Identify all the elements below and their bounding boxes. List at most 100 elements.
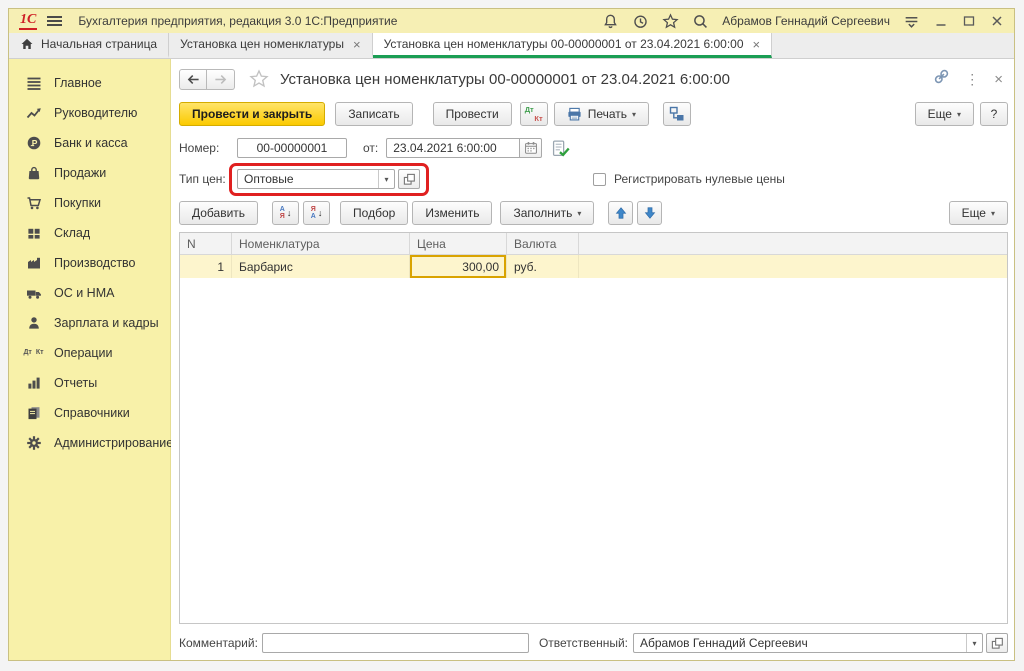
sort-descending-button[interactable]: ЯА ↓ (303, 201, 330, 225)
move-down-button[interactable] (637, 201, 662, 225)
maximize-button[interactable] (961, 14, 976, 29)
responsible-value[interactable]: Абрамов Геннадий Сергеевич (634, 634, 966, 652)
more-button-table[interactable]: Еще▾ (949, 201, 1008, 225)
get-link-icon[interactable] (933, 68, 950, 90)
sidebar-item-warehouse[interactable]: Склад (9, 218, 170, 248)
forward-button[interactable] (207, 69, 235, 90)
factory-icon (25, 255, 42, 272)
column-header-nomenclature[interactable]: Номенклатура (232, 233, 410, 254)
checkbox[interactable] (593, 173, 606, 186)
trend-chart-icon (25, 105, 42, 122)
more-dots-icon[interactable]: ⋮ (965, 72, 979, 86)
print-button[interactable]: Печать▾ (554, 102, 649, 126)
number-row: Номер: 00-00000001 от: 23.04.2021 6:00:0… (179, 137, 1008, 159)
sidebar-item-fixed-assets[interactable]: ОС и НМА (9, 278, 170, 308)
zero-prices-checkbox-group[interactable]: Регистрировать нулевые цены (593, 172, 785, 186)
pick-button[interactable]: Подбор (340, 201, 408, 225)
app-window: 1С Бухгалтерия предприятия, редакция 3.0… (8, 8, 1015, 661)
dtkt-button[interactable]: ДтКт (520, 102, 548, 126)
close-icon[interactable]: × (753, 38, 761, 51)
favorites-star-icon[interactable] (662, 13, 679, 30)
column-header-price[interactable]: Цена (410, 233, 507, 254)
favorite-star-icon[interactable] (249, 69, 269, 89)
sidebar-item-label: Отчеты (54, 376, 97, 390)
sidebar-item-main[interactable]: Главное (9, 68, 170, 98)
back-button[interactable] (179, 69, 207, 90)
search-icon[interactable] (692, 13, 709, 30)
history-icon[interactable] (632, 13, 649, 30)
price-type-value[interactable]: Оптовые (238, 170, 378, 188)
number-field[interactable]: 00-00000001 (237, 138, 347, 158)
sidebar-item-label: Администрирование (54, 436, 173, 450)
sidebar-item-sales[interactable]: Продажи (9, 158, 170, 188)
calendar-icon (524, 141, 538, 155)
current-user[interactable]: Абрамов Геннадий Сергеевич (722, 14, 890, 28)
arrow-up-icon (614, 206, 628, 220)
sidebar-item-label: Банк и касса (54, 136, 128, 150)
sidebar-item-production[interactable]: Производство (9, 248, 170, 278)
person-icon (25, 315, 42, 332)
cell-price-active[interactable]: 300,00 (410, 255, 507, 278)
date-field[interactable]: 23.04.2021 6:00:00 (386, 138, 520, 158)
sidebar-item-administration[interactable]: Администрирование (9, 428, 170, 458)
related-documents-button[interactable] (663, 102, 691, 126)
close-form-icon[interactable]: × (994, 72, 1003, 87)
table-row[interactable]: 1 Барбарис 300,00 руб. (180, 255, 1007, 278)
fill-button[interactable]: Заполнить▾ (500, 201, 594, 225)
open-icon (403, 173, 416, 186)
column-header-n[interactable]: N (180, 233, 232, 254)
form-area: Установка цен номенклатуры 00-00000001 о… (171, 59, 1014, 660)
sidebar-item-directories[interactable]: Справочники (9, 398, 170, 428)
help-button[interactable]: ? (980, 102, 1008, 126)
main-menu-icon[interactable] (47, 16, 62, 26)
edit-button[interactable]: Изменить (412, 201, 492, 225)
close-window-button[interactable] (989, 14, 1004, 29)
chevron-down-icon[interactable]: ▾ (378, 170, 394, 188)
cell-nomenclature[interactable]: Барбарис (232, 255, 410, 278)
close-icon[interactable]: × (353, 38, 361, 51)
number-label: Номер: (179, 141, 237, 155)
app-title: Бухгалтерия предприятия, редакция 3.0 1С… (78, 14, 397, 28)
column-header-currency[interactable]: Валюта (507, 233, 579, 254)
responsible-label: Ответственный: (539, 636, 628, 650)
notifications-bell-icon[interactable] (602, 13, 619, 30)
table-empty-area[interactable] (180, 278, 1007, 623)
responsible-combo[interactable]: Абрамов Геннадий Сергеевич ▾ (633, 633, 983, 653)
sidebar-item-salary-hr[interactable]: Зарплата и кадры (9, 308, 170, 338)
sort-ascending-button[interactable]: АЯ ↓ (272, 201, 299, 225)
comment-field[interactable] (262, 633, 529, 653)
post-button[interactable]: Провести (433, 102, 512, 126)
sort-asc-icon: АЯ (280, 206, 285, 221)
shopping-bag-icon (25, 165, 42, 182)
cell-row-number[interactable]: 1 (180, 255, 232, 278)
chevron-down-icon[interactable]: ▾ (966, 634, 982, 652)
sidebar-item-purchases[interactable]: Покупки (9, 188, 170, 218)
cell-currency[interactable]: руб. (507, 255, 579, 278)
tab-home[interactable]: Начальная страница (9, 33, 169, 58)
add-row-button[interactable]: Добавить (179, 201, 258, 225)
sidebar-item-reports[interactable]: Отчеты (9, 368, 170, 398)
minimize-button[interactable] (933, 14, 948, 29)
arrow-down-icon (643, 206, 657, 220)
sidebar-item-manager[interactable]: Руководителю (9, 98, 170, 128)
service-menu-icon[interactable] (903, 13, 920, 30)
tab-price-setting-document[interactable]: Установка цен номенклатуры 00-00000001 о… (373, 33, 773, 58)
more-button-top[interactable]: Еще▾ (915, 102, 974, 126)
dtkt-icon: Дт Кт (25, 345, 42, 362)
open-responsible-button[interactable] (986, 633, 1008, 653)
price-type-combo[interactable]: Оптовые ▾ (237, 169, 395, 189)
svg-text:Р: Р (31, 138, 37, 148)
open-icon (991, 637, 1004, 650)
post-and-close-button[interactable]: Провести и закрыть (179, 102, 325, 126)
sections-panel: Главное Руководителю Р Банк и касса Прод… (9, 59, 171, 660)
tab-price-setting-list[interactable]: Установка цен номенклатуры × (169, 33, 372, 58)
1c-logo: 1С (19, 13, 37, 30)
open-price-type-button[interactable] (398, 169, 420, 189)
window-body: Главное Руководителю Р Банк и касса Прод… (9, 59, 1014, 660)
move-up-button[interactable] (608, 201, 633, 225)
save-button[interactable]: Записать (335, 102, 412, 126)
sidebar-item-operations[interactable]: Дт Кт Операции (9, 338, 170, 368)
gear-icon (25, 435, 42, 452)
sidebar-item-bank-cash[interactable]: Р Банк и касса (9, 128, 170, 158)
calendar-button[interactable] (520, 138, 542, 158)
